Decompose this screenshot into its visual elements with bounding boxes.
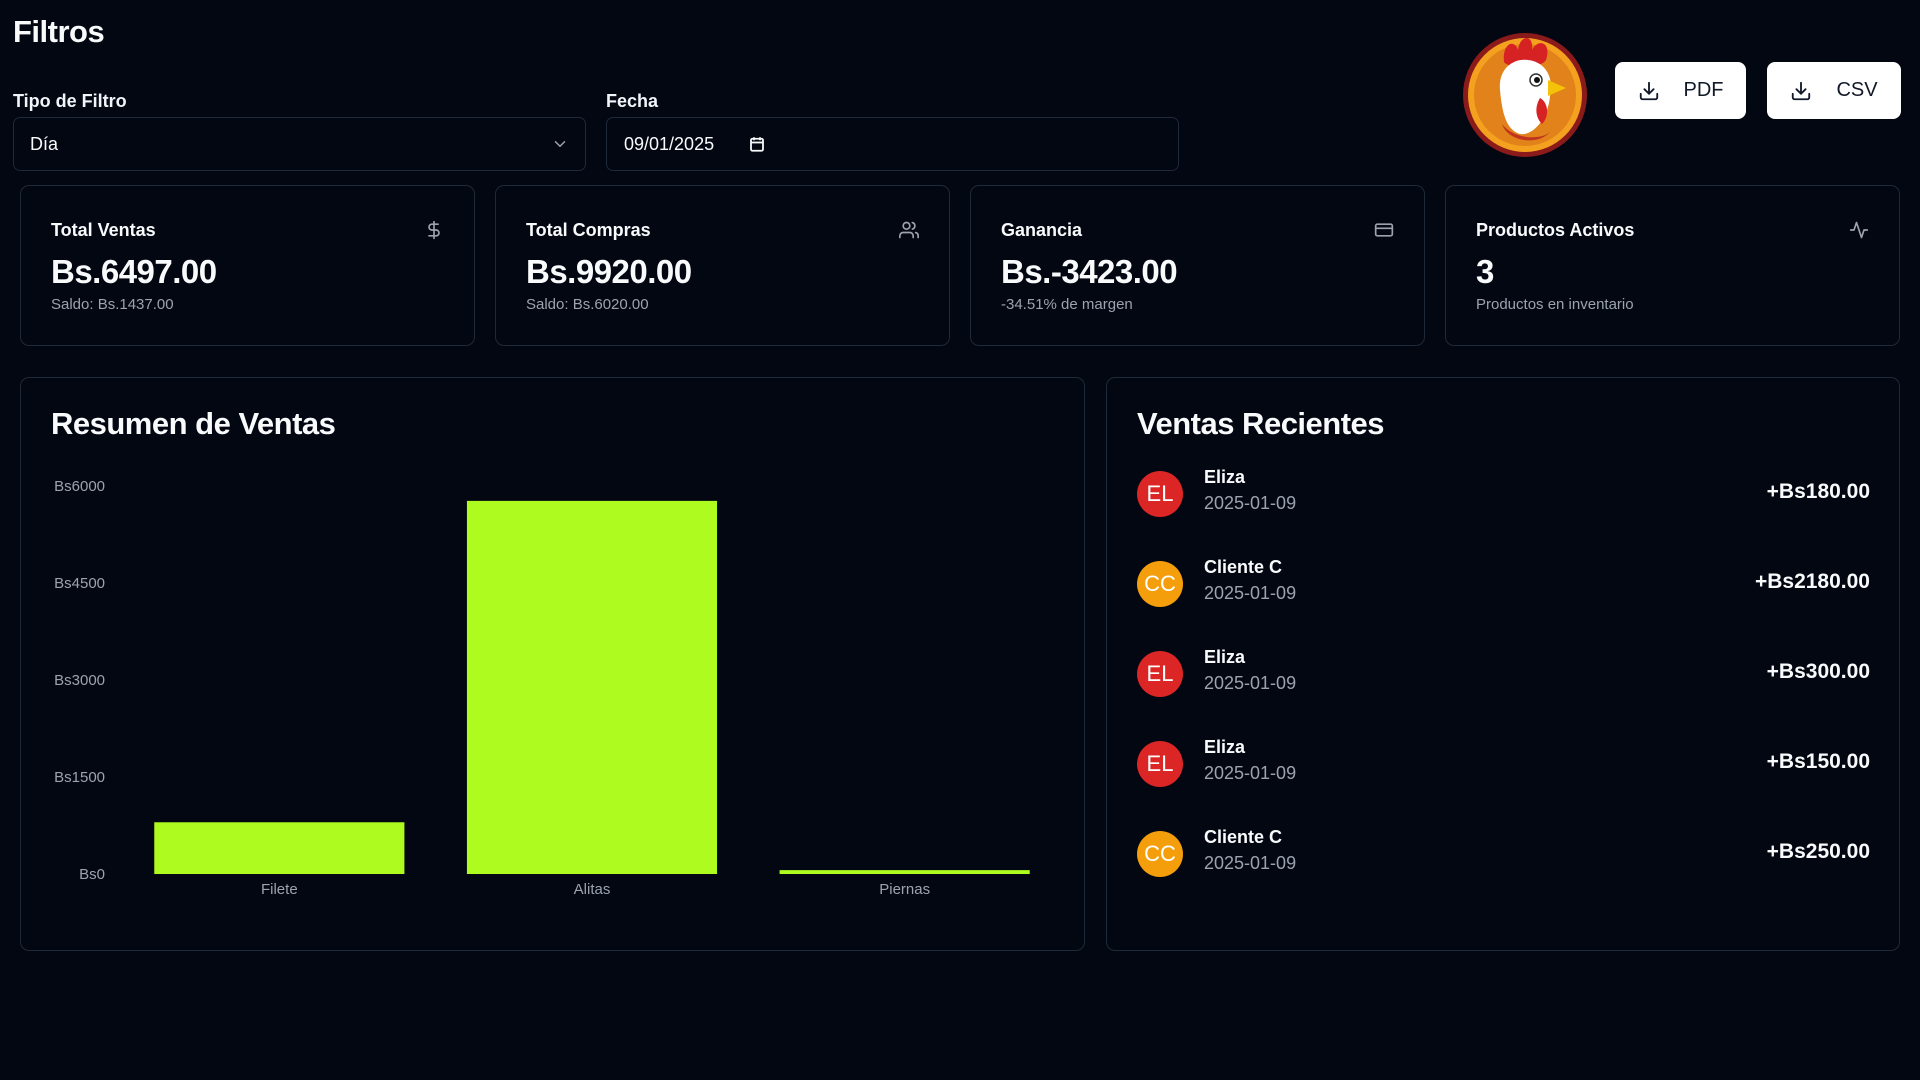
- chevron-down-icon: [554, 141, 566, 147]
- stat-title: Total Compras: [526, 220, 651, 240]
- x-tick-label: Alitas: [574, 881, 611, 898]
- y-tick-label: Bs1500: [54, 769, 105, 786]
- sale-amount: +Bs180.00: [1766, 480, 1870, 503]
- sales-summary-panel: Resumen de Ventas Bs0 Bs1500 Bs3000 Bs4500 B…: [20, 377, 1085, 951]
- date-input[interactable]: 09/01/2025: [606, 117, 1179, 171]
- date-label: Fecha: [606, 91, 659, 111]
- sale-date: 2025-01-09: [1204, 583, 1297, 603]
- sale-date: 2025-01-09: [1204, 853, 1297, 873]
- filter-type-label: Tipo de Filtro: [13, 91, 127, 111]
- stat-title: Total Ventas: [51, 220, 156, 240]
- sale-customer-name: Eliza: [1204, 647, 1246, 667]
- avatar: CC: [1137, 831, 1183, 877]
- stat-card-total-ventas: Total Ventas Bs.6497.00 Saldo: Bs.1437.0…: [20, 185, 475, 346]
- sale-customer-name: Eliza: [1204, 467, 1246, 487]
- recent-sales-title: Ventas Recientes: [1137, 406, 1385, 441]
- stat-value: Bs.6497.00: [51, 253, 217, 290]
- filters-title: Filtros: [13, 14, 105, 49]
- sales-bar-chart: Bs0 Bs1500 Bs3000 Bs4500 Bs6000 Filete Alitas P…: [54, 478, 1030, 898]
- recent-sales-panel: Ventas Recientes EL Eliza 2025-01-09 +Bs…: [1106, 377, 1900, 951]
- bar-piernas[interactable]: [779, 870, 1030, 874]
- stat-value: Bs.-3423.00: [1001, 253, 1178, 290]
- export-pdf-button[interactable]: PDF: [1615, 62, 1746, 119]
- stat-value: Bs.9920.00: [526, 253, 692, 290]
- bar-filete[interactable]: [154, 822, 405, 874]
- avatar: CC: [1137, 561, 1183, 607]
- x-tick-label: Piernas: [879, 881, 930, 898]
- sale-row: EL Eliza 2025-01-09 +Bs150.00: [1137, 734, 1870, 794]
- sale-row: CC Cliente C 2025-01-09 +Bs2180.00: [1137, 554, 1870, 614]
- stat-title: Ganancia: [1001, 220, 1083, 240]
- sale-customer-name: Cliente C: [1204, 557, 1283, 577]
- credit-card-icon: [1374, 223, 1394, 237]
- stat-card-ganancia: Ganancia Bs.-3423.00 -34.51% de margen: [970, 185, 1425, 346]
- avatar: EL: [1137, 651, 1183, 697]
- sale-amount: +Bs150.00: [1766, 750, 1870, 773]
- sale-date: 2025-01-09: [1204, 673, 1297, 693]
- avatar: EL: [1137, 741, 1183, 787]
- y-tick-label: Bs6000: [54, 478, 105, 495]
- stat-sub: -34.51% de margen: [1001, 296, 1133, 313]
- date-value: 09/01/2025: [624, 133, 715, 154]
- download-icon: [1792, 81, 1811, 100]
- calendar-icon[interactable]: [748, 135, 766, 153]
- dollar-icon: [428, 220, 440, 240]
- rooster-logo: [1463, 33, 1587, 157]
- sale-row: CC Cliente C 2025-01-09 +Bs250.00: [1137, 824, 1870, 884]
- avatar: EL: [1137, 471, 1183, 517]
- sale-amount: +Bs250.00: [1766, 840, 1870, 863]
- export-csv-button[interactable]: CSV: [1767, 62, 1901, 119]
- stat-card-total-compras: Total Compras Bs.9920.00 Saldo: Bs.6020.…: [495, 185, 950, 346]
- export-csv-label: CSV: [1836, 79, 1878, 101]
- sale-amount: +Bs2180.00: [1754, 570, 1870, 593]
- x-tick-label: Filete: [261, 881, 298, 898]
- y-tick-label: Bs0: [79, 866, 105, 883]
- bar-alitas[interactable]: [466, 500, 718, 874]
- sale-customer-name: Eliza: [1204, 737, 1246, 757]
- y-tick-label: Bs3000: [54, 672, 105, 689]
- sale-date: 2025-01-09: [1204, 763, 1297, 783]
- stat-sub: Saldo: Bs.6020.00: [526, 296, 649, 313]
- sale-customer-name: Cliente C: [1204, 827, 1283, 847]
- filter-type-select[interactable]: Día: [13, 117, 586, 171]
- stat-sub: Productos en inventario: [1476, 296, 1634, 313]
- stat-title: Productos Activos: [1476, 220, 1635, 240]
- stat-card-productos-activos: Productos Activos 3 Productos en inventa…: [1445, 185, 1900, 346]
- filter-type-value: Día: [30, 133, 59, 154]
- sale-date: 2025-01-09: [1204, 493, 1297, 513]
- download-icon: [1639, 81, 1658, 100]
- export-pdf-label: PDF: [1683, 79, 1724, 101]
- y-tick-label: Bs4500: [54, 575, 105, 592]
- users-icon: [899, 221, 919, 239]
- activity-icon: [1849, 221, 1869, 239]
- sale-row: EL Eliza 2025-01-09 +Bs180.00: [1137, 464, 1870, 524]
- sale-row: EL Eliza 2025-01-09 +Bs300.00: [1137, 644, 1870, 704]
- stat-sub: Saldo: Bs.1437.00: [51, 296, 174, 313]
- stat-value: 3: [1476, 253, 1494, 290]
- sale-amount: +Bs300.00: [1766, 660, 1870, 683]
